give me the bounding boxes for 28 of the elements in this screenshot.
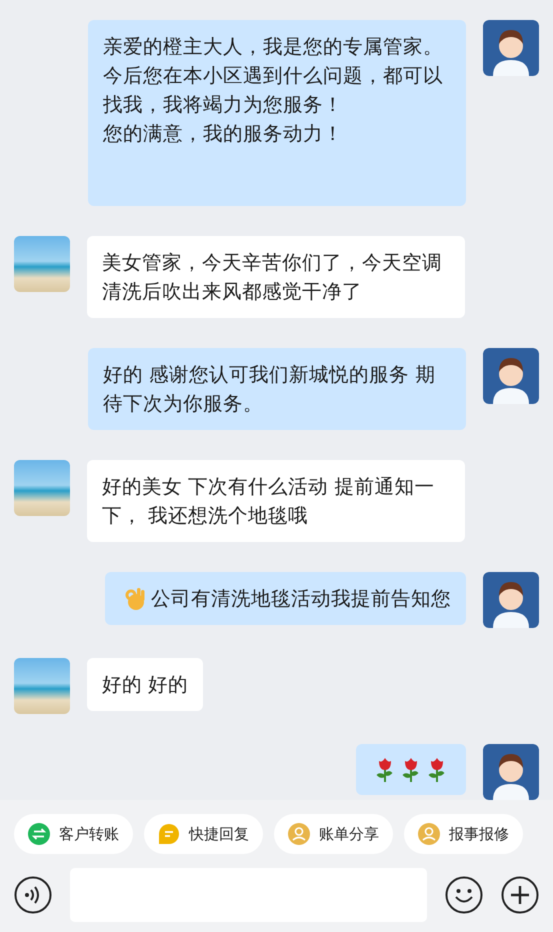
quick-action-chip[interactable]: 账单分享 bbox=[274, 814, 393, 854]
ok-hand-icon bbox=[123, 586, 147, 612]
message-bubble: 好的 感谢您认可我们新城悦的服务 期待下次为你服务。 bbox=[88, 348, 466, 430]
rose-icon bbox=[376, 757, 394, 783]
emoji-icon[interactable] bbox=[445, 876, 483, 914]
transfer-icon bbox=[28, 823, 50, 845]
avatar-drawing bbox=[483, 572, 539, 628]
voice-icon[interactable] bbox=[14, 876, 52, 914]
avatar-photo bbox=[14, 460, 70, 516]
quick-action-chip[interactable]: 客户转账 bbox=[14, 814, 133, 854]
add-icon[interactable] bbox=[501, 876, 539, 914]
message-bubble: 好的 好的 bbox=[87, 658, 204, 711]
rose-icon bbox=[402, 757, 420, 783]
quick-action-chip[interactable]: 报事报修 bbox=[404, 814, 523, 854]
message-bubble: 美女管家，今天辛苦你们了，今天空调清洗后吹出来风都感觉干净了 bbox=[87, 236, 465, 318]
avatar-drawing bbox=[483, 20, 539, 76]
person-icon bbox=[418, 823, 440, 845]
avatar-drawing bbox=[483, 348, 539, 404]
message-text: 公司有清洗地毯活动我提前告知您 bbox=[151, 586, 451, 612]
chat-bubble-icon bbox=[158, 823, 180, 845]
rose-icon bbox=[428, 757, 446, 783]
avatar-photo bbox=[14, 658, 70, 714]
person-icon bbox=[288, 823, 310, 845]
message-bubble: 好的美女 下次有什么活动 提前通知一下， 我还想洗个地毯哦 bbox=[87, 460, 465, 542]
message-text: 您的满意，我的服务动力！ bbox=[103, 121, 344, 147]
avatar-photo bbox=[14, 236, 70, 292]
quick-action-chip[interactable]: 快捷回复 bbox=[144, 814, 263, 854]
message-text: 亲爱的橙主大人，我是您的专属管家。今后您在本小区遇到什么问题，都可以找我，我将竭力为您服务！ bbox=[103, 34, 444, 118]
